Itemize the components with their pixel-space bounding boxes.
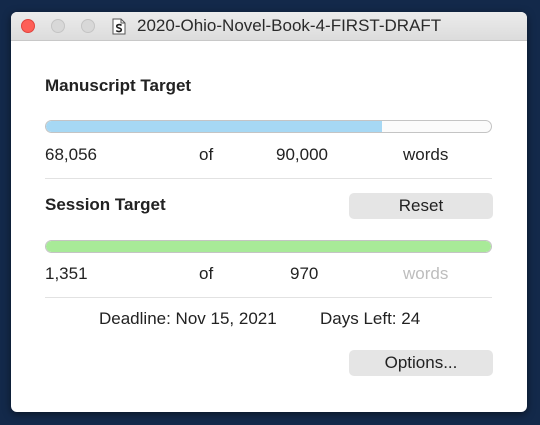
window-title: 2020-Ohio-Novel-Book-4-FIRST-DRAFT	[137, 16, 442, 35]
manuscript-current-count: 68,056	[45, 145, 97, 164]
close-button[interactable]	[21, 19, 35, 33]
session-of-label: of	[199, 264, 214, 283]
session-unit-label: words	[403, 264, 449, 283]
manuscript-target-heading: Manuscript Target	[45, 76, 192, 95]
options-button[interactable]: Options...	[349, 350, 493, 376]
session-target-heading: Session Target	[45, 195, 166, 214]
section-divider	[45, 297, 492, 298]
section-divider	[45, 178, 492, 179]
project-targets-window: 2020-Ohio-Novel-Book-4-FIRST-DRAFT Manus…	[11, 12, 527, 412]
minimize-button[interactable]	[51, 19, 65, 33]
reset-button[interactable]: Reset	[349, 193, 493, 219]
session-current-count: 1,351	[45, 264, 88, 283]
deadline-label: Deadline: Nov 15, 2021	[99, 309, 277, 328]
manuscript-target-count[interactable]: 90,000	[276, 145, 328, 165]
manuscript-of-label: of	[199, 145, 214, 164]
scrivener-document-icon	[112, 18, 126, 35]
title-bar[interactable]: 2020-Ohio-Novel-Book-4-FIRST-DRAFT	[11, 12, 527, 41]
session-progress-fill	[46, 241, 491, 252]
manuscript-unit-label[interactable]: words	[403, 145, 448, 165]
manuscript-progress-bar	[45, 120, 492, 133]
zoom-button[interactable]	[81, 19, 95, 33]
session-target-count[interactable]: 970	[290, 264, 318, 284]
session-progress-bar	[45, 240, 492, 253]
manuscript-progress-fill	[46, 121, 383, 132]
days-left-label: Days Left: 24	[320, 309, 421, 328]
